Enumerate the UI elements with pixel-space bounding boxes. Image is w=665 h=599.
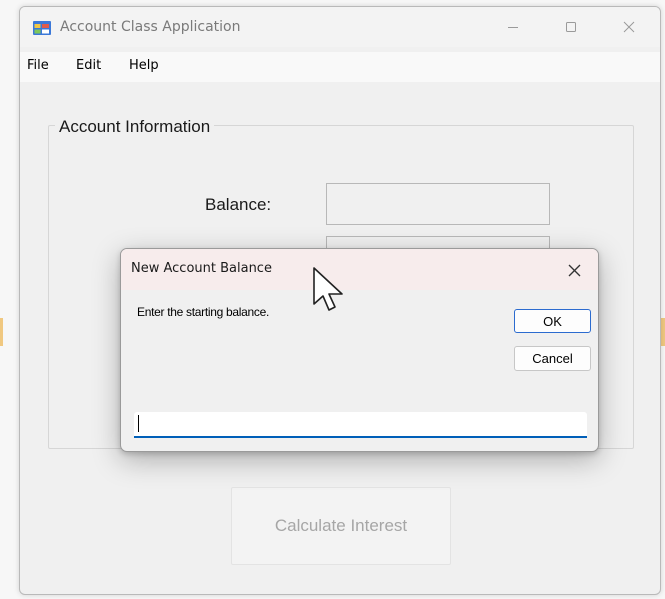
- new-account-balance-dialog: New Account Balance Enter the starting b…: [120, 248, 599, 452]
- title-bar[interactable]: Account Class Application: [20, 7, 660, 47]
- app-icon: [33, 21, 51, 35]
- close-icon: [568, 264, 580, 276]
- calculate-interest-button[interactable]: Calculate Interest: [231, 487, 451, 565]
- cancel-button[interactable]: Cancel: [514, 346, 591, 371]
- menu-bar: File Edit Help: [20, 52, 660, 82]
- minimize-icon: [508, 27, 518, 28]
- balance-field: [326, 183, 550, 225]
- mouse-cursor-icon: [313, 267, 343, 311]
- maximize-icon: [566, 22, 576, 32]
- text-caret: [138, 415, 139, 432]
- minimize-button[interactable]: [490, 11, 536, 43]
- balance-label: Balance:: [205, 195, 272, 214]
- dialog-prompt: Enter the starting balance.: [137, 305, 269, 319]
- balance-input[interactable]: [134, 412, 587, 438]
- dialog-title-bar[interactable]: New Account Balance: [121, 249, 598, 290]
- dialog-title: New Account Balance: [131, 261, 272, 276]
- menu-edit[interactable]: Edit: [76, 58, 101, 73]
- dialog-close-button[interactable]: [560, 257, 588, 283]
- close-icon: [623, 21, 635, 33]
- background-accent-left: [0, 318, 3, 346]
- menu-help[interactable]: Help: [129, 58, 159, 73]
- maximize-button[interactable]: [548, 11, 594, 43]
- background-accent-right: [661, 318, 665, 346]
- group-title: Account Information: [55, 117, 215, 137]
- menu-file[interactable]: File: [27, 58, 49, 73]
- window-title: Account Class Application: [60, 19, 241, 35]
- close-button[interactable]: [606, 11, 652, 43]
- ok-button[interactable]: OK: [514, 309, 591, 333]
